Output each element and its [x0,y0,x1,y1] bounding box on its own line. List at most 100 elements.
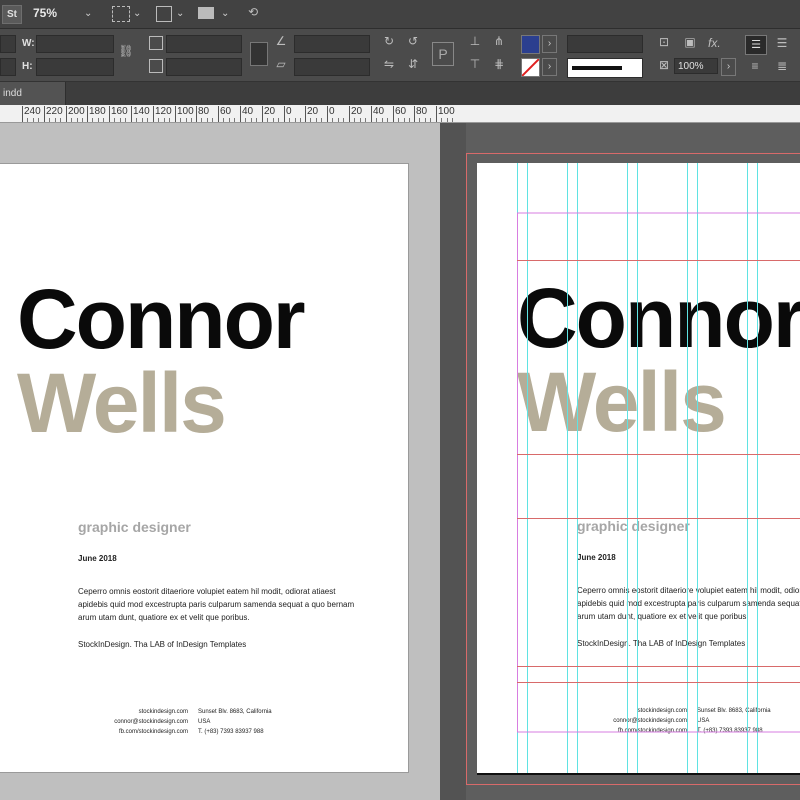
flip-horizontal-icon[interactable]: ⇋ [380,57,398,71]
ruler-tick-label: 100 [438,106,455,117]
page-preview[interactable]: Connor Wells graphic designer June 2018 … [0,163,409,773]
stroke-menu-chevron-icon[interactable]: › [542,58,557,76]
distribute-v-icon[interactable]: ⋕ [490,57,508,71]
ruler-tick-label: 100 [177,106,194,117]
ruler-minor-tick [300,118,301,122]
align-center-text-icon[interactable]: ☰ [772,36,792,50]
align-top-icon[interactable]: ⊥ [466,34,484,48]
ruler-tick-label: 20 [307,106,319,117]
ruler-major-tick [175,106,176,122]
text-frame-icon[interactable]: ⊡ [656,35,672,49]
stroke-line-preview [572,66,622,70]
ruler-tick-label: 80 [416,106,428,117]
ruler-minor-tick [289,118,290,122]
contact-block-right[interactable]: Sunset Blv. 8683, California USA T. (+83… [198,707,272,737]
contact-block-left[interactable]: stockindesign.com connor@stockindesign.c… [90,707,188,737]
ruler-tick-label: 240 [24,106,41,117]
ruler-major-tick [66,106,67,122]
fill-menu-chevron-icon[interactable]: › [542,35,557,53]
shear-field[interactable] [294,58,370,76]
publish-online-icon[interactable]: ⟲ [243,5,263,19]
ruler-minor-tick [382,118,383,122]
ruler-minor-tick [376,118,377,122]
height-field[interactable] [36,58,114,76]
align-bottom-icon[interactable]: ⊤ [466,57,484,71]
chain-link-icon[interactable]: ⛓ [118,44,134,58]
ruler-minor-tick [55,118,56,122]
arrange-documents-icon[interactable] [198,7,214,19]
ruler-major-tick [327,106,328,122]
view-options-icon[interactable] [112,6,130,22]
stock-logo-icon[interactable]: St [2,5,22,24]
ruler-minor-tick [38,118,39,122]
ruler-minor-tick [77,118,78,122]
ruler-minor-tick [419,118,420,122]
paragraph-icon[interactable]: P [432,42,454,66]
fx-icon[interactable]: fx. [708,36,721,50]
opacity-chevron-icon[interactable]: › [721,58,736,76]
shear-angle-icon: ▱ [276,57,286,71]
first-name-heading[interactable]: Connor [17,277,306,361]
scale-y-icon [149,59,163,73]
drop-shadow-icon[interactable]: ▣ [682,35,698,49]
ruler-major-tick [109,106,110,122]
vertical-bottom-icon[interactable]: ≣ [772,59,792,73]
rotate-field[interactable] [294,35,370,53]
ruler-major-tick [196,106,197,122]
view-chevron-icon[interactable]: ⌄ [133,8,141,19]
tagline-text[interactable]: StockInDesign. Tha LAB of InDesign Templ… [78,640,246,649]
zoom-chevron-down-icon[interactable]: ⌄ [84,8,92,19]
y-field[interactable] [0,58,16,76]
ruler-tick-label: 80 [198,106,210,117]
tab-document[interactable]: indd [0,82,66,105]
vertical-justify-icon[interactable]: ≡ [745,59,765,73]
ruler-minor-tick [398,118,399,122]
x-field[interactable] [0,35,16,53]
facebook-text: fb.com/stockindesign.com [118,729,188,735]
align-left-text-icon[interactable]: ☰ [745,35,767,55]
ruler-major-tick [131,106,132,122]
arrange-chevron-icon[interactable]: ⌄ [221,8,229,19]
flip-vertical-icon[interactable]: ⇵ [404,57,422,71]
ruler-minor-tick [387,118,388,122]
ruler-minor-tick [71,118,72,122]
screen-mode-chevron-icon[interactable]: ⌄ [176,8,184,19]
date-text[interactable]: June 2018 [78,554,117,563]
ruler-minor-tick [120,118,121,122]
zoom-level[interactable]: 75% [33,6,57,20]
distribute-icon[interactable]: ⋔ [490,34,508,48]
width-field[interactable] [36,35,114,53]
rotate-ccw-icon[interactable]: ↺ [404,34,422,48]
page-layout[interactable]: Connor Wells graphic designer June 2018 … [477,163,800,775]
ruler-minor-tick [354,118,355,122]
scale-y-field[interactable] [166,58,242,76]
ruler-tick-label: 60 [220,106,232,117]
ruler-minor-tick [60,118,61,122]
bio-paragraph[interactable]: Ceperro omnis eostorit ditaeriore volupi… [78,585,368,624]
address-text: Sunset Blv. 8683, California [198,709,272,715]
opacity-field[interactable]: 100% [674,58,718,74]
stroke-type-select[interactable] [567,58,643,78]
rotate-cw-icon[interactable]: ↻ [380,34,398,48]
screen-mode-icon[interactable] [156,6,172,22]
ruler-major-tick [153,106,154,122]
ruler-major-tick [284,106,285,122]
fill-swatch-icon[interactable] [521,35,540,54]
ruler-minor-tick [310,118,311,122]
constrain-proportions-button[interactable] [250,42,268,66]
scale-x-field[interactable] [166,35,242,53]
ruler-minor-tick [332,118,333,122]
last-name-heading[interactable]: Wells [17,361,227,445]
ruler-major-tick [44,106,45,122]
stroke-weight-field[interactable] [567,35,643,53]
control-panel: W: H: ⛓ ∠ ▱ ↻ ↺ ⇋ ⇵ P ⊥ ⋔ ⊤ ⋕ › › ⊡ ▣ fx… [0,29,800,82]
ruler-major-tick [393,106,394,122]
stroke-swatch-icon[interactable] [521,58,540,77]
ruler-minor-tick [452,118,453,122]
ruler-tick-label: 0 [329,106,335,117]
ruler-tick-label: 180 [89,106,106,117]
role-text[interactable]: graphic designer [78,519,191,535]
ruler-minor-tick [430,118,431,122]
ruler-tick-label: 20 [351,106,363,117]
bio-line-1: Ceperro omnis eostorit ditaeriore volupi… [78,587,336,596]
